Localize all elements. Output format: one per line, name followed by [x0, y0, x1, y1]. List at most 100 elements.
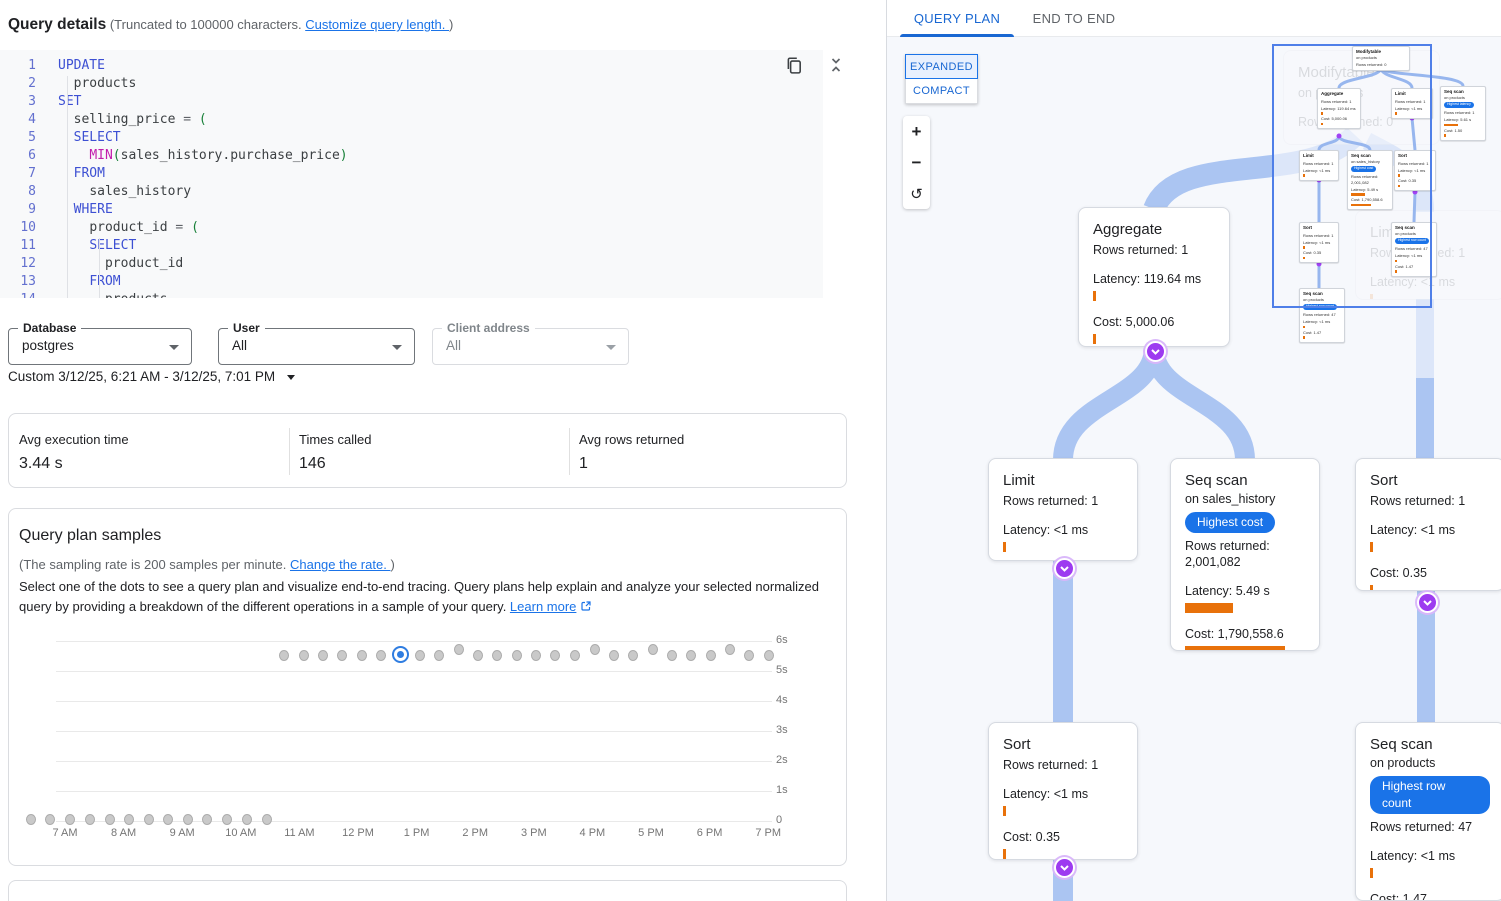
collapse-node-icon[interactable] — [1054, 857, 1075, 878]
code-line: 5 SELECT — [0, 129, 823, 147]
database-select[interactable]: Database postgres — [8, 328, 192, 365]
sample-dot[interactable] — [105, 814, 115, 825]
compact-toggle-button[interactable]: COMPACT — [905, 79, 978, 104]
code-line: 8 sales_history — [0, 183, 823, 201]
sample-dot[interactable] — [550, 650, 560, 661]
minimap[interactable]: Modifytableon productsRows returned: 0Ag… — [1272, 44, 1501, 378]
sample-dot[interactable] — [648, 644, 658, 655]
tab-end-to-end[interactable]: END TO END — [1014, 11, 1134, 26]
user-select[interactable]: User All — [218, 328, 415, 365]
page-title: Query details — [8, 16, 106, 33]
node-title: Sort — [1370, 471, 1490, 490]
plan-node-seq-scan-products[interactable]: Seq scan on products Highest row count R… — [1355, 722, 1501, 901]
code-line: 11 SELECT — [0, 237, 823, 255]
node-target: on products — [1370, 755, 1490, 771]
tab-query-plan[interactable]: QUERY PLAN — [900, 11, 1014, 26]
time-range-selector[interactable]: Custom 3/12/25, 6:21 AM - 3/12/25, 7:01 … — [8, 369, 295, 387]
y-axis-tick: 0 — [776, 814, 782, 826]
x-axis-tick: 9 AM — [157, 827, 207, 839]
sample-dot[interactable] — [144, 814, 154, 825]
sample-dot[interactable] — [473, 650, 483, 661]
sample-dot[interactable] — [376, 650, 386, 661]
sample-dot[interactable] — [262, 814, 272, 825]
gridline — [56, 791, 772, 792]
collapse-query-button[interactable] — [827, 56, 845, 76]
sample-dot[interactable] — [454, 644, 464, 655]
sample-dot[interactable] — [434, 650, 444, 661]
latency-bar — [1370, 542, 1373, 552]
reset-zoom-button[interactable]: ↺ — [903, 178, 930, 209]
sample-dot[interactable] — [492, 650, 502, 661]
gridline — [56, 641, 772, 642]
code-line: 2 products — [0, 75, 823, 93]
customize-query-length-link[interactable]: Customize query length. — [305, 17, 449, 32]
plan-node-sort-bottom[interactable]: Sort Rows returned: 1 Latency: <1 ms Cos… — [988, 722, 1138, 860]
sample-dot[interactable] — [337, 650, 347, 661]
sample-dot[interactable] — [65, 814, 75, 825]
sample-dot[interactable] — [570, 650, 580, 661]
node-latency: Latency: <1 ms — [1003, 786, 1123, 802]
plan-node-limit[interactable]: Limit Rows returned: 1 Latency: <1 ms — [988, 458, 1138, 561]
sample-dot[interactable] — [667, 650, 677, 661]
sample-dot[interactable] — [242, 814, 252, 825]
sample-dot[interactable] — [744, 650, 754, 661]
node-latency: Latency: 5.49 s — [1185, 583, 1305, 599]
y-axis-tick: 4s — [776, 694, 788, 706]
sample-dot[interactable] — [45, 814, 55, 825]
sample-dot[interactable] — [318, 650, 328, 661]
view-mode-toggle: EXPANDED COMPACT — [905, 54, 978, 104]
x-axis-tick: 3 PM — [509, 827, 559, 839]
chevron-down-icon — [392, 345, 402, 350]
sample-dot[interactable] — [609, 650, 619, 661]
query-details-header: Query details (Truncated to 100000 chara… — [8, 16, 868, 38]
code-line: 12 product_id — [0, 255, 823, 273]
chevron-down-icon — [287, 375, 295, 380]
truncate-note: (Truncated to 100000 characters. — [110, 17, 305, 32]
node-rows: Rows returned: 1 — [1093, 242, 1215, 258]
sample-dot[interactable] — [415, 650, 425, 661]
sample-dot[interactable] — [764, 650, 774, 661]
node-rows: Rows returned: 1 — [1370, 493, 1490, 509]
sample-dot-selected[interactable] — [392, 646, 409, 663]
plan-node-sort-right[interactable]: Sort Rows returned: 1 Latency: <1 ms Cos… — [1355, 458, 1501, 591]
sample-dot[interactable] — [124, 814, 134, 825]
tab-bar: QUERY PLAN END TO END — [887, 0, 1501, 37]
sample-dot[interactable] — [85, 814, 95, 825]
stat-label: Times called — [299, 432, 371, 447]
sample-dot[interactable] — [706, 650, 716, 661]
sample-dot[interactable] — [163, 814, 173, 825]
sample-dot[interactable] — [590, 644, 600, 655]
sample-dot[interactable] — [531, 650, 541, 661]
sample-dot[interactable] — [512, 650, 522, 661]
client-address-value: All — [446, 338, 461, 353]
plan-node-aggregate[interactable]: Aggregate Rows returned: 1 Latency: 119.… — [1078, 207, 1230, 347]
plan-canvas[interactable]: Modifytable on products Rows returned: 0… — [887, 37, 1501, 901]
minimap-viewport[interactable] — [1272, 44, 1432, 308]
expanded-toggle-button[interactable]: EXPANDED — [905, 54, 978, 79]
sample-dot[interactable] — [183, 814, 193, 825]
collapse-node-icon[interactable] — [1417, 592, 1438, 613]
sample-dot[interactable] — [628, 650, 638, 661]
sql-code-block: 1UPDATE2 products3SET4 selling_price = (… — [0, 50, 823, 298]
plan-node-seq-scan-sales-history[interactable]: Seq scan on sales_history Highest cost R… — [1170, 458, 1320, 651]
y-axis-tick: 2s — [776, 754, 788, 766]
sample-dot[interactable] — [299, 650, 309, 661]
copy-code-button[interactable] — [784, 56, 804, 76]
x-axis-tick: 5 PM — [626, 827, 676, 839]
x-axis-tick: 4 PM — [567, 827, 617, 839]
zoom-out-button[interactable]: − — [903, 147, 930, 178]
query-plan-samples-card: Query plan samples (The sampling rate is… — [8, 508, 847, 866]
sample-dot[interactable] — [202, 814, 212, 825]
collapse-node-icon[interactable] — [1145, 341, 1166, 362]
sample-dot[interactable] — [725, 644, 735, 655]
sample-dot[interactable] — [357, 650, 367, 661]
sample-dot[interactable] — [222, 814, 232, 825]
sample-dot[interactable] — [686, 650, 696, 661]
learn-more-link[interactable]: Learn more — [510, 599, 576, 614]
collapse-node-icon[interactable] — [1054, 558, 1075, 579]
sample-dot[interactable] — [279, 650, 289, 661]
zoom-in-button[interactable]: + — [903, 116, 930, 147]
sample-dot[interactable] — [26, 814, 36, 825]
change-rate-link[interactable]: Change the rate. — [290, 557, 390, 572]
x-axis-tick: 11 AM — [274, 827, 324, 839]
